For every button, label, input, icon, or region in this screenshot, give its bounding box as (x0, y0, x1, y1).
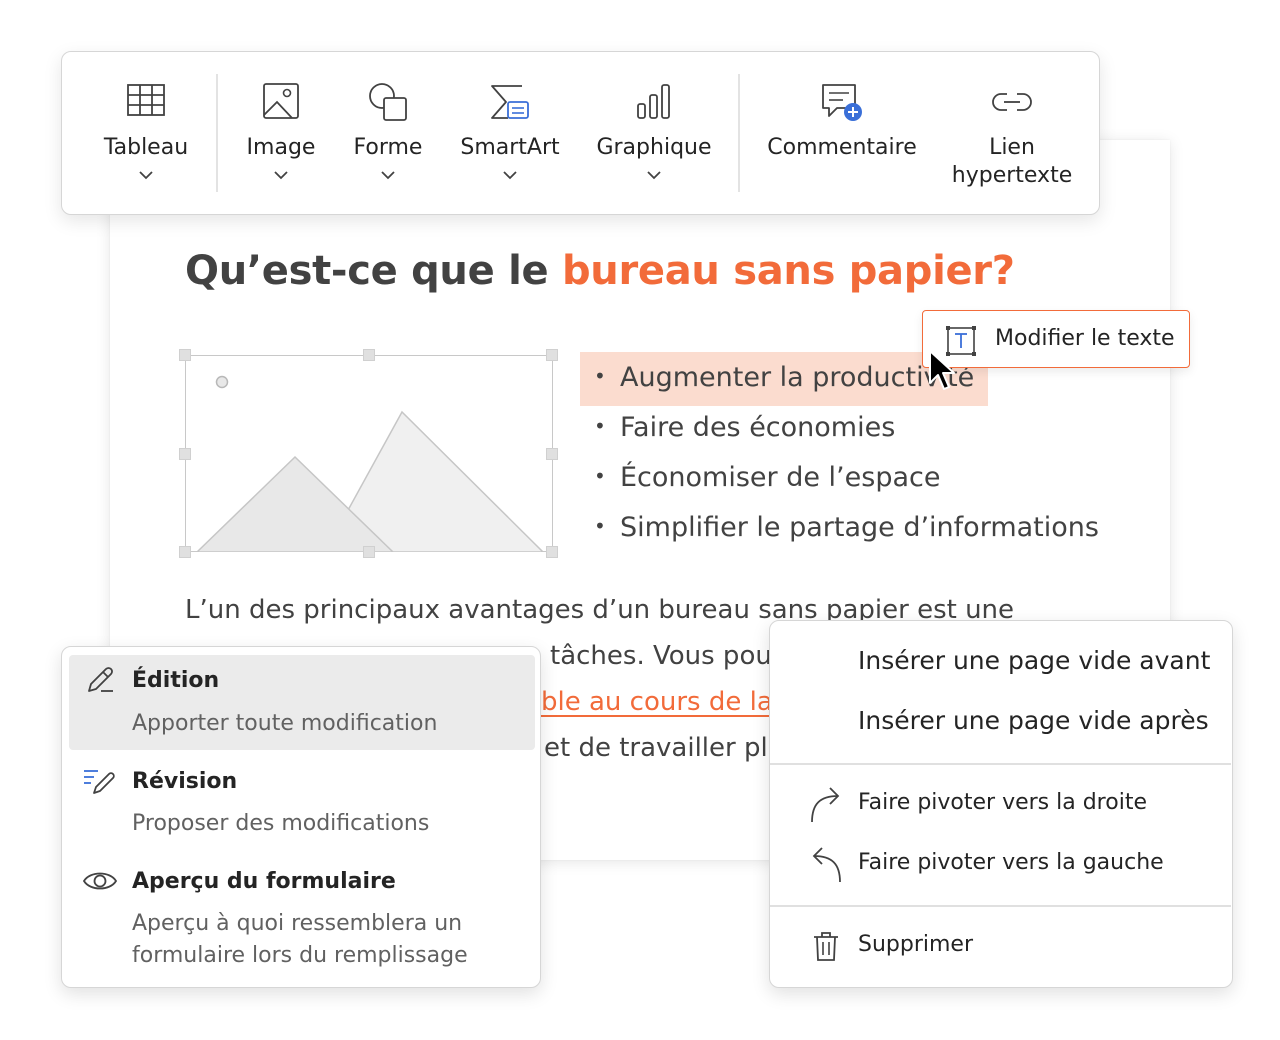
menu-item-label: Faire pivoter vers la droite (858, 790, 1147, 815)
resize-handle-top[interactable] (363, 349, 375, 361)
resize-handle-right[interactable] (546, 448, 558, 460)
resize-handle-top-left[interactable] (179, 349, 191, 361)
title-highlight: bureau sans papier? (561, 248, 1015, 294)
smartart-icon (491, 85, 529, 119)
title-plain: Qu’est-ce que le (185, 248, 562, 294)
resize-handle-bottom[interactable] (363, 546, 375, 558)
chart-label: Graphique (596, 135, 712, 160)
table-icon (127, 84, 165, 116)
list-item[interactable]: • Faire des économies (594, 412, 895, 443)
paragraph-line[interactable]: et de travailler plu (544, 733, 784, 763)
table-button[interactable]: Tableau (96, 82, 196, 192)
edit-text-button[interactable]: Modifier le texte (922, 310, 1190, 368)
ribbon-divider (216, 74, 218, 192)
menu-item-description: formulaire lors du remplissage (132, 943, 468, 968)
table-label: Tableau (103, 135, 189, 160)
bullet-text: Augmenter la productivité (620, 362, 975, 393)
chevron-down-icon (274, 171, 288, 180)
menu-item-delete[interactable]: Supprimer (800, 922, 1220, 970)
image-label: Image (246, 135, 316, 160)
review-pencil-icon (84, 770, 115, 794)
mouse-cursor-icon (929, 350, 955, 390)
hyperlink-button[interactable]: Lien hypertexte (944, 82, 1080, 192)
link-icon (992, 93, 1032, 111)
pencil-icon (88, 667, 113, 692)
comment-label: Commentaire (767, 135, 917, 160)
image-icon (263, 83, 299, 119)
menu-item-label: Supprimer (858, 932, 974, 957)
trash-icon (814, 932, 838, 961)
bullet-text: Simplifier le partage d’informations (620, 512, 1099, 543)
bullet-text: Économiser de l’espace (620, 462, 941, 493)
resize-handle-top-right[interactable] (546, 349, 558, 361)
list-item[interactable]: • Économiser de l’espace (594, 462, 940, 493)
list-item[interactable]: • Simplifier le partage d’informations (594, 512, 1099, 543)
menu-divider (770, 905, 1231, 907)
hyperlink-label-line2: hypertexte (951, 163, 1073, 188)
hyperlink-label-line1: Lien (989, 135, 1035, 160)
chevron-down-icon (139, 171, 153, 180)
smartart-label: SmartArt (460, 135, 560, 160)
comment-add-icon (822, 84, 862, 121)
chevron-down-icon (503, 171, 517, 180)
ribbon-divider (738, 74, 740, 192)
menu-item-insert-blank-after[interactable]: Insérer une page vide après (858, 706, 1209, 735)
menu-item-rotate-right[interactable]: Faire pivoter vers la droite (800, 780, 1220, 828)
menu-item-form-preview[interactable]: Aperçu du formulaire Aperçu à quoi resse… (68, 855, 534, 975)
menu-item-label: Faire pivoter vers la gauche (858, 850, 1164, 875)
menu-item-rotate-left[interactable]: Faire pivoter vers la gauche (800, 840, 1220, 888)
comment-button[interactable]: Commentaire (760, 82, 924, 192)
eye-icon (82, 872, 118, 890)
chart-icon (637, 84, 670, 119)
menu-item-title: Révision (132, 769, 238, 794)
resize-handle-bottom-right[interactable] (546, 546, 558, 558)
shapes-label: Forme (353, 135, 423, 160)
page-title: Qu’est-ce que le bureau sans papier? (185, 248, 1015, 294)
paragraph-link[interactable]: ble au cours de la (541, 687, 773, 717)
rotate-right-icon (811, 787, 840, 823)
menu-item-description: Aperçu à quoi ressemblera un (132, 911, 463, 936)
menu-item-edition[interactable]: Édition Apporter toute modification (68, 654, 534, 750)
menu-divider (770, 763, 1231, 765)
chevron-down-icon (381, 171, 395, 180)
menu-item-description: Proposer des modifications (132, 811, 430, 836)
menu-item-title: Édition (132, 668, 220, 693)
shapes-icon (369, 83, 407, 121)
menu-item-description: Apporter toute modification (132, 711, 438, 736)
menu-item-insert-blank-before[interactable]: Insérer une page vide avant (858, 646, 1210, 675)
mountain-image-icon (195, 375, 545, 552)
edit-text-label: Modifier le texte (995, 326, 1175, 351)
paragraph-line[interactable]: tâches. Vous pou (550, 641, 772, 671)
resize-handle-bottom-left[interactable] (179, 546, 191, 558)
chart-button[interactable]: Graphique (590, 82, 718, 192)
chevron-down-icon (647, 171, 661, 180)
menu-item-title: Aperçu du formulaire (132, 869, 396, 894)
rotate-left-icon (812, 847, 841, 883)
shapes-button[interactable]: Forme (343, 82, 433, 192)
list-item[interactable]: • Augmenter la productivité (594, 362, 974, 393)
smartart-button[interactable]: SmartArt (454, 82, 566, 192)
menu-item-revision[interactable]: Révision Proposer des modifications (68, 755, 534, 845)
image-button[interactable]: Image (236, 82, 326, 192)
bullet-text: Faire des économies (620, 412, 896, 443)
resize-handle-left[interactable] (179, 448, 191, 460)
